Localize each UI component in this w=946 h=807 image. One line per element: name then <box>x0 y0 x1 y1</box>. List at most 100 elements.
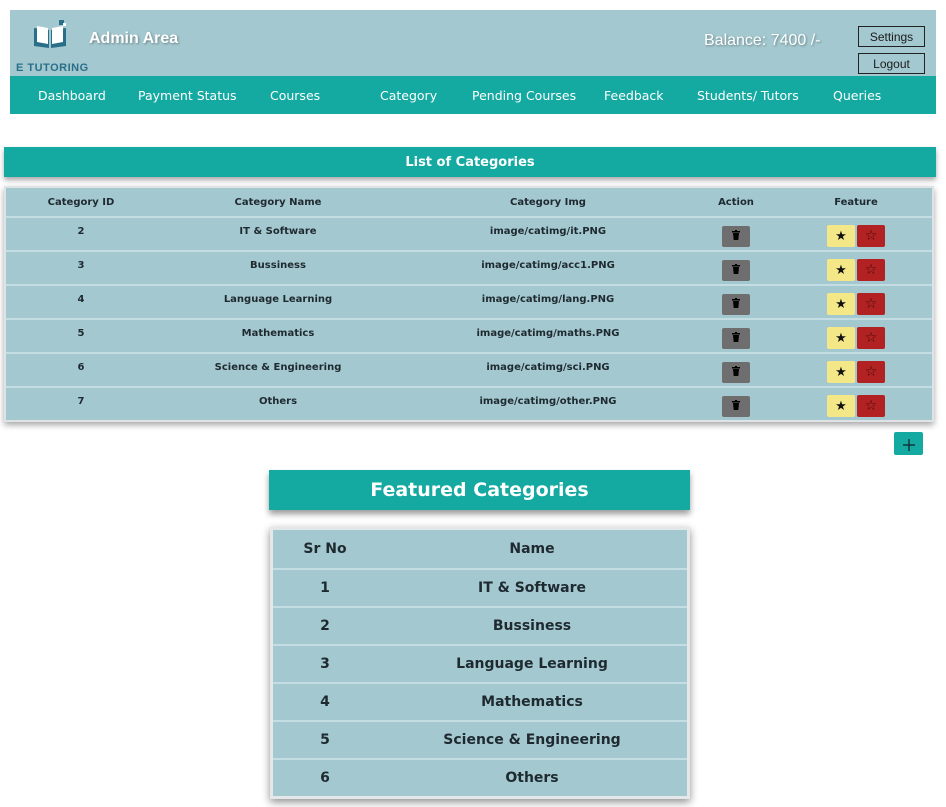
main-nav: Dashboard Payment Status Courses Categor… <box>10 76 936 114</box>
feature-on-button[interactable]: ★ <box>827 259 855 281</box>
table-row: 4 Language Learning image/catimg/lang.PN… <box>6 284 932 318</box>
category-img: image/catimg/sci.PNG <box>486 362 610 373</box>
table-row: 1 IT & Software <box>273 568 687 606</box>
featured-table-header: Sr No Name <box>273 530 687 568</box>
column-header-category-img: Category Img <box>510 196 586 208</box>
feature-on-button[interactable]: ★ <box>827 293 855 315</box>
column-header-feature: Feature <box>834 196 878 208</box>
featured-sr-no: 2 <box>320 618 330 634</box>
feature-cell: ★ ☆ <box>776 388 936 420</box>
featured-sr-no: 4 <box>320 694 330 710</box>
feature-off-button[interactable]: ☆ <box>857 293 885 315</box>
category-id: 6 <box>77 362 85 373</box>
feature-on-button[interactable]: ★ <box>827 327 855 349</box>
categories-title: List of Categories <box>4 147 936 177</box>
feature-actions: ★ ☆ <box>827 361 885 383</box>
nav-item-feedback[interactable]: Feedback <box>604 76 664 114</box>
trash-icon <box>732 331 740 345</box>
nav-item-payment-status[interactable]: Payment Status <box>138 76 237 114</box>
delete-button[interactable] <box>722 225 750 247</box>
action-cell <box>696 354 776 386</box>
feature-on-button[interactable]: ★ <box>827 225 855 247</box>
feature-actions: ★ ☆ <box>827 259 885 281</box>
categories-table: Category ID Category Name Category Img A… <box>4 186 934 422</box>
feature-off-button[interactable]: ☆ <box>857 327 885 349</box>
table-row: 5 Mathematics image/catimg/maths.PNG ★ ☆ <box>6 318 932 352</box>
delete-button[interactable] <box>722 259 750 281</box>
feature-on-button[interactable]: ★ <box>827 395 855 417</box>
feature-off-button[interactable]: ☆ <box>857 361 885 383</box>
star-filled-icon: ★ <box>835 228 847 244</box>
feature-cell: ★ ☆ <box>776 252 936 284</box>
category-img: image/catimg/maths.PNG <box>476 328 620 339</box>
feature-actions: ★ ☆ <box>827 225 885 247</box>
category-id: 7 <box>77 396 85 407</box>
table-row: 5 Science & Engineering <box>273 720 687 758</box>
add-category-button[interactable] <box>894 432 923 455</box>
category-id: 4 <box>77 294 85 305</box>
table-row: 3 Bussiness image/catimg/acc1.PNG ★ ☆ <box>6 250 932 284</box>
star-filled-icon: ★ <box>835 296 847 312</box>
featured-name: IT & Software <box>478 580 586 596</box>
open-book-icon <box>30 20 70 54</box>
nav-item-dashboard[interactable]: Dashboard <box>38 76 106 114</box>
featured-name: Language Learning <box>456 656 608 672</box>
category-img: image/catimg/other.PNG <box>479 396 617 407</box>
star-outline-icon: ☆ <box>864 228 878 244</box>
feature-cell: ★ ☆ <box>776 320 936 352</box>
column-header-sr-no: Sr No <box>303 541 347 557</box>
column-header-category-id: Category ID <box>47 196 115 208</box>
nav-item-queries[interactable]: Queries <box>833 76 881 114</box>
category-name: Mathematics <box>241 328 315 339</box>
star-outline-icon: ☆ <box>864 262 878 278</box>
feature-off-button[interactable]: ☆ <box>857 225 885 247</box>
feature-off-button[interactable]: ☆ <box>857 395 885 417</box>
nav-item-pending-courses[interactable]: Pending Courses <box>472 76 576 114</box>
nav-item-courses[interactable]: Courses <box>270 76 320 114</box>
category-id: 5 <box>77 328 85 339</box>
star-filled-icon: ★ <box>835 330 847 346</box>
category-name: Language Learning <box>223 294 333 305</box>
brand-logo[interactable]: E TUTORING <box>16 18 96 74</box>
delete-button[interactable] <box>722 395 750 417</box>
delete-button[interactable] <box>722 361 750 383</box>
feature-cell: ★ ☆ <box>776 354 936 386</box>
featured-name: Bussiness <box>492 618 572 634</box>
featured-sr-no: 1 <box>320 580 330 596</box>
top-header: E TUTORING Admin Area Balance: 7400 /- S… <box>10 10 936 76</box>
category-id: 3 <box>77 260 85 271</box>
featured-sr-no: 6 <box>320 770 330 786</box>
trash-icon <box>732 263 740 277</box>
balance-display: Balance: 7400 /- <box>704 32 821 49</box>
feature-cell: ★ ☆ <box>776 218 936 250</box>
category-name: Science & Engineering <box>214 362 342 373</box>
featured-name: Mathematics <box>481 694 583 710</box>
feature-off-button[interactable]: ☆ <box>857 259 885 281</box>
category-img: image/catimg/it.PNG <box>489 226 607 237</box>
feature-actions: ★ ☆ <box>827 395 885 417</box>
table-row: 2 IT & Software image/catimg/it.PNG ★ ☆ <box>6 216 932 250</box>
star-filled-icon: ★ <box>835 398 847 414</box>
logout-button[interactable]: Logout <box>858 53 925 74</box>
table-row: 6 Science & Engineering image/catimg/sci… <box>6 352 932 386</box>
table-row: 2 Bussiness <box>273 606 687 644</box>
star-outline-icon: ☆ <box>864 330 878 346</box>
action-cell <box>696 218 776 250</box>
action-cell <box>696 286 776 318</box>
trash-icon <box>732 399 740 413</box>
settings-button[interactable]: Settings <box>858 26 925 47</box>
featured-sr-no: 5 <box>320 732 330 748</box>
nav-item-category[interactable]: Category <box>380 76 437 114</box>
nav-item-students-tutors[interactable]: Students/ Tutors <box>697 76 799 114</box>
trash-icon <box>732 229 740 243</box>
category-img: image/catimg/acc1.PNG <box>481 260 615 271</box>
table-row: 3 Language Learning <box>273 644 687 682</box>
category-name: IT & Software <box>239 226 317 237</box>
trash-icon <box>732 365 740 379</box>
feature-on-button[interactable]: ★ <box>827 361 855 383</box>
featured-title: Featured Categories <box>269 470 690 510</box>
area-title: Admin Area <box>89 30 179 47</box>
delete-button[interactable] <box>722 327 750 349</box>
delete-button[interactable] <box>722 293 750 315</box>
table-row: 6 Others <box>273 758 687 796</box>
